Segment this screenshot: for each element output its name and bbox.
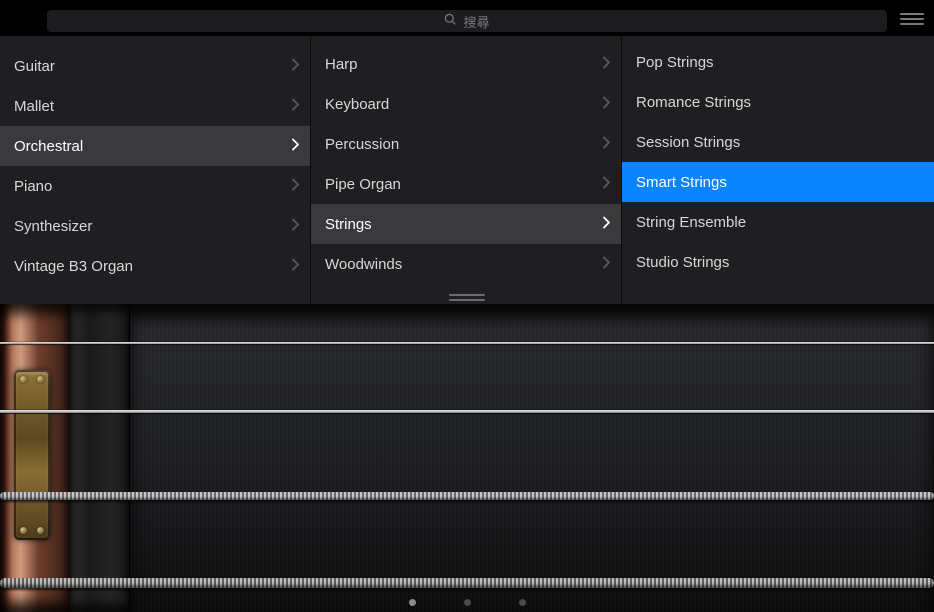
browser-row[interactable]: Strings [311, 204, 621, 244]
instrument-body [130, 304, 934, 612]
chevron-right-icon [603, 176, 611, 193]
browser-row[interactable]: Romance Strings [622, 82, 934, 122]
page-dot-3[interactable] [519, 599, 526, 606]
browser-row[interactable]: Choir [311, 36, 621, 44]
top-bar: 搜尋 [0, 8, 934, 34]
browser-row[interactable]: Session Strings [622, 122, 934, 162]
row-label: Keyboard [325, 96, 389, 113]
instrument-browser: Drum Machine Guitar Mallet Orchestral Piano S… [0, 36, 934, 304]
chevron-right-icon [292, 98, 300, 115]
browser-row[interactable]: Mallet [0, 86, 310, 126]
chevron-right-icon [603, 256, 611, 273]
instrument-view[interactable] [0, 304, 934, 612]
browser-row[interactable]: String Ensemble [622, 202, 934, 242]
chevron-right-icon [603, 216, 611, 233]
menu-button[interactable] [900, 10, 924, 28]
browser-row[interactable]: Piano [0, 166, 310, 206]
chevron-right-icon [603, 96, 611, 113]
browser-row[interactable]: Percussion [311, 124, 621, 164]
row-label: Session Strings [636, 134, 740, 151]
chevron-right-icon [603, 56, 611, 73]
chevron-right-icon [292, 178, 300, 195]
browser-row[interactable]: Keyboard [311, 84, 621, 124]
browser-row[interactable]: Synthesizer [0, 206, 310, 246]
chevron-right-icon [292, 218, 300, 235]
row-label: Smart Strings [636, 174, 727, 191]
page-dot-1[interactable] [409, 599, 416, 606]
row-label: Pipe Organ [325, 176, 401, 193]
row-label: Vintage B3 Organ [14, 258, 133, 275]
row-label: Orchestral [14, 138, 83, 155]
page-dot-2[interactable] [464, 599, 471, 606]
row-label: Mallet [14, 98, 54, 115]
browser-column-3[interactable]: Modern StringsPop StringsRomance Strings… [622, 36, 934, 304]
browser-row[interactable]: Woodwinds [311, 244, 621, 284]
row-label: Pop Strings [636, 54, 714, 71]
chevron-right-icon [292, 138, 300, 155]
browser-row[interactable]: Studio Strings [622, 242, 934, 282]
row-label: Woodwinds [325, 256, 402, 273]
bridge-plate [14, 370, 50, 540]
browser-column-2[interactable]: Choir Harp Keyboard Percussion Pipe Organ Str… [311, 36, 622, 304]
instrument-fret-area [70, 304, 130, 612]
app-root: 搜尋 Drum Machine Guitar Mallet Orchestral Pia… [0, 0, 934, 612]
browser-row[interactable]: Pipe Organ [311, 164, 621, 204]
chevron-right-icon [603, 136, 611, 153]
browser-row[interactable]: Guitar [0, 46, 310, 86]
row-label: Synthesizer [14, 218, 92, 235]
row-label: Romance Strings [636, 94, 751, 111]
browser-column-1[interactable]: Drum Machine Guitar Mallet Orchestral Piano S… [0, 36, 311, 304]
chevron-right-icon [292, 258, 300, 275]
row-label: Percussion [325, 136, 399, 153]
browser-row[interactable]: Drum Machine [0, 36, 310, 46]
row-label: Studio Strings [636, 254, 729, 271]
browser-row[interactable]: Smart Strings [622, 162, 934, 202]
row-label: Guitar [14, 58, 55, 75]
search-field[interactable]: 搜尋 [47, 10, 887, 32]
row-label: String Ensemble [636, 214, 746, 231]
browser-row[interactable]: Vintage B3 Organ [0, 246, 310, 286]
browser-drag-handle[interactable] [449, 292, 485, 302]
row-label: Piano [14, 178, 52, 195]
browser-row[interactable]: Orchestral [0, 126, 310, 166]
chevron-right-icon [292, 58, 300, 75]
browser-row[interactable]: Pop Strings [622, 42, 934, 82]
page-indicator[interactable] [0, 599, 934, 606]
row-label: Harp [325, 56, 358, 73]
search-placeholder: 搜尋 [463, 12, 489, 31]
browser-row[interactable]: Harp [311, 44, 621, 84]
row-label: Strings [325, 216, 372, 233]
search-icon [444, 13, 457, 29]
